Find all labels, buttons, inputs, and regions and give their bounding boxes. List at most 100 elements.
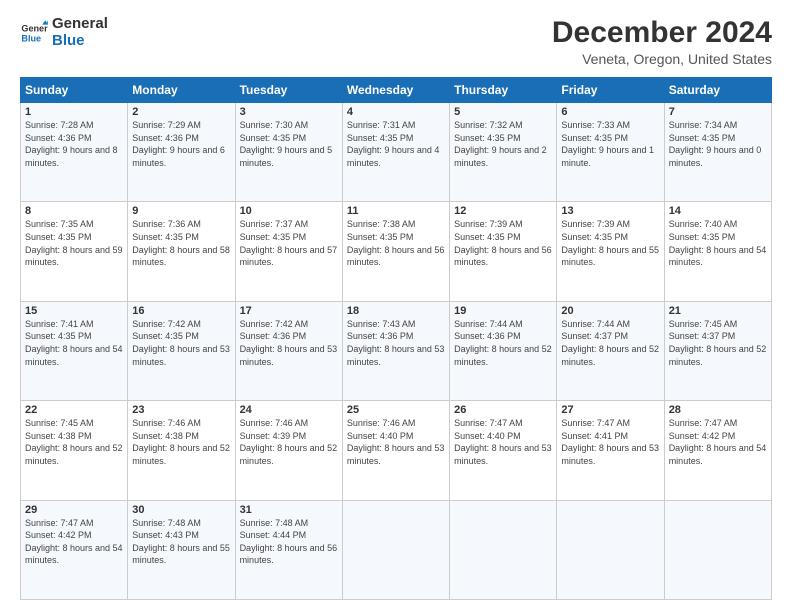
cell-info: Sunrise: 7:44 AMSunset: 4:37 PMDaylight:… [561, 319, 659, 367]
day-number: 24 [240, 404, 338, 416]
cell-info: Sunrise: 7:47 AMSunset: 4:40 PMDaylight:… [454, 418, 552, 466]
cell-info: Sunrise: 7:41 AMSunset: 4:35 PMDaylight:… [25, 319, 123, 367]
subtitle: Veneta, Oregon, United States [552, 51, 772, 67]
main-title: December 2024 [552, 16, 772, 49]
calendar-cell: 25 Sunrise: 7:46 AMSunset: 4:40 PMDayligh… [342, 401, 449, 500]
calendar-cell: 12 Sunrise: 7:39 AMSunset: 4:35 PMDayligh… [450, 202, 557, 301]
cell-info: Sunrise: 7:28 AMSunset: 4:36 PMDaylight:… [25, 120, 118, 168]
calendar-cell: 22 Sunrise: 7:45 AMSunset: 4:38 PMDayligh… [21, 401, 128, 500]
day-number: 1 [25, 106, 123, 118]
calendar-cell: 4 Sunrise: 7:31 AMSunset: 4:35 PMDaylight… [342, 103, 449, 202]
day-number: 22 [25, 404, 123, 416]
cell-info: Sunrise: 7:46 AMSunset: 4:39 PMDaylight:… [240, 418, 338, 466]
day-header: Friday [557, 78, 664, 103]
calendar-cell: 28 Sunrise: 7:47 AMSunset: 4:42 PMDayligh… [664, 401, 771, 500]
cell-info: Sunrise: 7:31 AMSunset: 4:35 PMDaylight:… [347, 120, 440, 168]
cell-info: Sunrise: 7:33 AMSunset: 4:35 PMDaylight:… [561, 120, 654, 168]
day-number: 4 [347, 106, 445, 118]
cell-info: Sunrise: 7:36 AMSunset: 4:35 PMDaylight:… [132, 219, 230, 267]
calendar-cell: 14 Sunrise: 7:40 AMSunset: 4:35 PMDayligh… [664, 202, 771, 301]
day-header: Monday [128, 78, 235, 103]
day-number: 23 [132, 404, 230, 416]
calendar-cell [557, 500, 664, 599]
calendar-cell: 18 Sunrise: 7:43 AMSunset: 4:36 PMDayligh… [342, 301, 449, 400]
day-number: 16 [132, 305, 230, 317]
calendar-cell: 19 Sunrise: 7:44 AMSunset: 4:36 PMDayligh… [450, 301, 557, 400]
logo-icon: General Blue [20, 19, 48, 47]
day-number: 10 [240, 205, 338, 217]
cell-info: Sunrise: 7:42 AMSunset: 4:35 PMDaylight:… [132, 319, 230, 367]
day-number: 31 [240, 504, 338, 516]
calendar-cell: 16 Sunrise: 7:42 AMSunset: 4:35 PMDayligh… [128, 301, 235, 400]
calendar-cell: 9 Sunrise: 7:36 AMSunset: 4:35 PMDaylight… [128, 202, 235, 301]
page: General Blue General Blue December 2024 … [0, 0, 792, 612]
calendar-cell: 31 Sunrise: 7:48 AMSunset: 4:44 PMDayligh… [235, 500, 342, 599]
day-number: 2 [132, 106, 230, 118]
svg-text:General: General [21, 23, 48, 33]
day-number: 8 [25, 205, 123, 217]
calendar-cell: 29 Sunrise: 7:47 AMSunset: 4:42 PMDayligh… [21, 500, 128, 599]
day-number: 27 [561, 404, 659, 416]
cell-info: Sunrise: 7:34 AMSunset: 4:35 PMDaylight:… [669, 120, 762, 168]
cell-info: Sunrise: 7:43 AMSunset: 4:36 PMDaylight:… [347, 319, 445, 367]
cell-info: Sunrise: 7:48 AMSunset: 4:44 PMDaylight:… [240, 518, 338, 566]
day-number: 7 [669, 106, 767, 118]
cell-info: Sunrise: 7:44 AMSunset: 4:36 PMDaylight:… [454, 319, 552, 367]
calendar-cell: 30 Sunrise: 7:48 AMSunset: 4:43 PMDayligh… [128, 500, 235, 599]
day-number: 18 [347, 305, 445, 317]
day-number: 11 [347, 205, 445, 217]
day-number: 5 [454, 106, 552, 118]
calendar-cell: 1 Sunrise: 7:28 AMSunset: 4:36 PMDaylight… [21, 103, 128, 202]
day-number: 14 [669, 205, 767, 217]
day-number: 19 [454, 305, 552, 317]
day-number: 12 [454, 205, 552, 217]
day-header: Tuesday [235, 78, 342, 103]
cell-info: Sunrise: 7:47 AMSunset: 4:42 PMDaylight:… [669, 418, 767, 466]
calendar-cell: 26 Sunrise: 7:47 AMSunset: 4:40 PMDayligh… [450, 401, 557, 500]
calendar-cell: 11 Sunrise: 7:38 AMSunset: 4:35 PMDayligh… [342, 202, 449, 301]
calendar-cell: 13 Sunrise: 7:39 AMSunset: 4:35 PMDayligh… [557, 202, 664, 301]
calendar-cell: 27Sunrise: 7:47 AMSunset: 4:41 PMDayligh… [557, 401, 664, 500]
cell-info: Sunrise: 7:47 AMSunset: 4:42 PMDaylight:… [25, 518, 123, 566]
calendar-cell: 21Sunrise: 7:45 AMSunset: 4:37 PMDayligh… [664, 301, 771, 400]
cell-info: Sunrise: 7:37 AMSunset: 4:35 PMDaylight:… [240, 219, 338, 267]
calendar-table: SundayMondayTuesdayWednesdayThursdayFrid… [20, 77, 772, 600]
day-number: 26 [454, 404, 552, 416]
cell-info: Sunrise: 7:46 AMSunset: 4:38 PMDaylight:… [132, 418, 230, 466]
calendar-cell: 20 Sunrise: 7:44 AMSunset: 4:37 PMDayligh… [557, 301, 664, 400]
day-number: 6 [561, 106, 659, 118]
cell-info: Sunrise: 7:39 AMSunset: 4:35 PMDaylight:… [454, 219, 552, 267]
calendar-cell: 10 Sunrise: 7:37 AMSunset: 4:35 PMDayligh… [235, 202, 342, 301]
calendar-cell: 2Sunrise: 7:29 AMSunset: 4:36 PMDaylight… [128, 103, 235, 202]
logo-line2: Blue [52, 33, 108, 50]
day-number: 25 [347, 404, 445, 416]
cell-info: Sunrise: 7:48 AMSunset: 4:43 PMDaylight:… [132, 518, 230, 566]
day-number: 20 [561, 305, 659, 317]
day-number: 30 [132, 504, 230, 516]
calendar-cell: 23 Sunrise: 7:46 AMSunset: 4:38 PMDayligh… [128, 401, 235, 500]
cell-info: Sunrise: 7:46 AMSunset: 4:40 PMDaylight:… [347, 418, 445, 466]
calendar-cell: 5 Sunrise: 7:32 AMSunset: 4:35 PMDaylight… [450, 103, 557, 202]
day-number: 21 [669, 305, 767, 317]
cell-info: Sunrise: 7:35 AMSunset: 4:35 PMDaylight:… [25, 219, 123, 267]
day-number: 9 [132, 205, 230, 217]
cell-info: Sunrise: 7:32 AMSunset: 4:35 PMDaylight:… [454, 120, 547, 168]
day-header: Sunday [21, 78, 128, 103]
calendar-cell: 3Sunrise: 7:30 AMSunset: 4:35 PMDaylight… [235, 103, 342, 202]
cell-info: Sunrise: 7:39 AMSunset: 4:35 PMDaylight:… [561, 219, 659, 267]
day-number: 29 [25, 504, 123, 516]
day-number: 15 [25, 305, 123, 317]
day-number: 3 [240, 106, 338, 118]
cell-info: Sunrise: 7:40 AMSunset: 4:35 PMDaylight:… [669, 219, 767, 267]
title-block: December 2024 Veneta, Oregon, United Sta… [552, 16, 772, 67]
cell-info: Sunrise: 7:38 AMSunset: 4:35 PMDaylight:… [347, 219, 445, 267]
day-number: 28 [669, 404, 767, 416]
day-number: 17 [240, 305, 338, 317]
calendar-cell: 8 Sunrise: 7:35 AMSunset: 4:35 PMDaylight… [21, 202, 128, 301]
logo: General Blue General Blue [20, 16, 108, 49]
day-number: 13 [561, 205, 659, 217]
day-header: Wednesday [342, 78, 449, 103]
cell-info: Sunrise: 7:45 AMSunset: 4:38 PMDaylight:… [25, 418, 123, 466]
calendar-cell: 17Sunrise: 7:42 AMSunset: 4:36 PMDayligh… [235, 301, 342, 400]
day-header: Saturday [664, 78, 771, 103]
